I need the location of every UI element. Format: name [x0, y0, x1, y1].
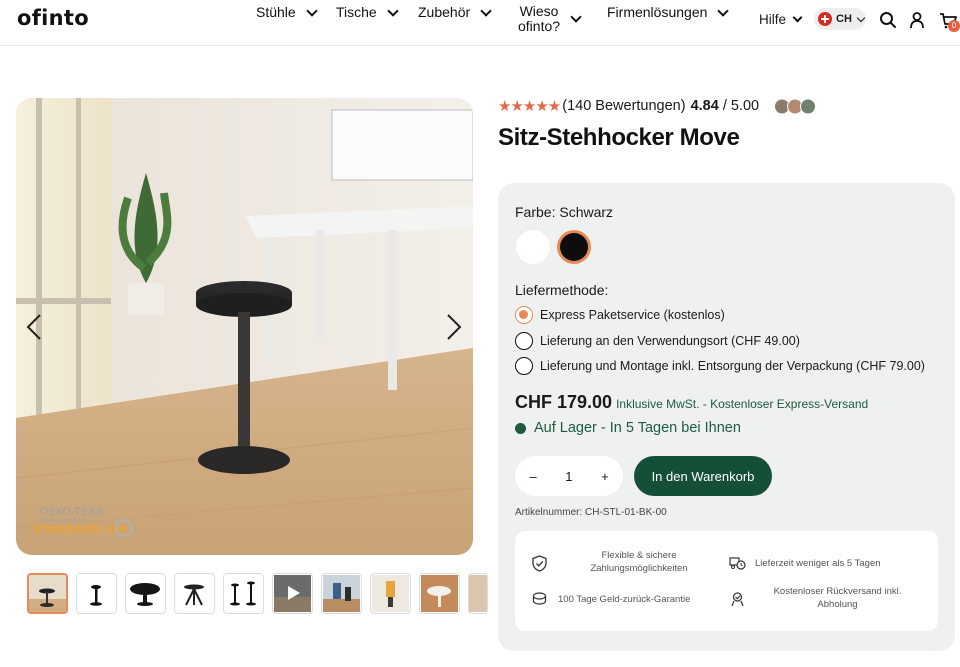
delivery-option-express[interactable]: Express Paketservice (kostenlos)	[515, 306, 725, 324]
qty-increase-button[interactable]: +	[601, 469, 609, 484]
chevron-down-icon	[792, 12, 803, 23]
qty-value[interactable]: 1	[565, 469, 572, 484]
delivery-option-assembly[interactable]: Lieferung und Montage inkl. Entsorgung d…	[515, 357, 925, 375]
price-row: CHF 179.00 Inklusive MwSt. - Kostenloser…	[515, 392, 868, 413]
quantity-stepper: – 1 +	[515, 456, 623, 496]
thumbnail-3[interactable]	[125, 573, 166, 614]
in-stock-dot-icon	[515, 422, 526, 434]
chevron-down-icon	[480, 5, 492, 17]
thumbnail-image	[274, 575, 311, 612]
product-main-image[interactable]: OEKO-TEX® CONFIDENCE IN TEXTILES STANDAR…	[16, 98, 473, 555]
nav-item-wieso-ofinto[interactable]: Wieso ofinto?	[518, 4, 582, 34]
chevron-down-icon	[856, 13, 866, 22]
money-back-icon	[532, 592, 547, 605]
feature-free-return: Kostenloser Rückversand inkl. Abholung	[773, 586, 902, 610]
rating-max: / 5.00	[722, 98, 760, 114]
thumbnail-8[interactable]	[370, 573, 411, 614]
nav-item-tische[interactable]: Tische	[336, 4, 399, 20]
truck-clock-icon	[729, 557, 746, 570]
nav-label-line: Wieso	[519, 3, 559, 19]
color-swatch-black[interactable]	[557, 230, 591, 264]
features-box	[515, 531, 938, 631]
delivery-option-label: Lieferung an den Verwendungsort (CHF 49.…	[540, 334, 800, 348]
rating-summary[interactable]: ★★★★★ (140 Bewertungen) 4.84 / 5.00	[498, 97, 759, 115]
thumbnail-image	[372, 575, 409, 612]
review-count: (140 Bewertungen)	[562, 98, 686, 114]
radio-button[interactable]	[515, 332, 533, 350]
thumbnail-2[interactable]	[76, 573, 117, 614]
nav-label: Wieso ofinto?	[518, 4, 560, 34]
thumbnail-image	[29, 575, 66, 612]
thumbnail-image	[130, 583, 160, 606]
nav-label: Zubehör	[418, 4, 471, 20]
thumbnail-6-video[interactable]	[272, 573, 313, 614]
nav-item-firmenloesungen[interactable]: Firmenlösungen	[607, 4, 730, 20]
help-menu[interactable]: Hilfe	[759, 12, 803, 27]
nav-label: Tische	[336, 4, 377, 20]
chevron-down-icon	[717, 5, 730, 17]
user-icon[interactable]	[908, 11, 926, 29]
country-code: CH	[836, 13, 852, 25]
gallery-next-arrow[interactable]	[446, 313, 462, 341]
qty-decrease-button[interactable]: –	[529, 469, 536, 484]
product-title: Sitz-Stehhocker Move	[498, 124, 740, 151]
shield-check-icon	[532, 555, 547, 572]
radio-button[interactable]	[515, 306, 533, 324]
delivery-option-destination[interactable]: Lieferung an den Verwendungsort (CHF 49.…	[515, 332, 800, 350]
thumbnail-10[interactable]	[468, 573, 488, 614]
thumbnail-4[interactable]	[174, 573, 215, 614]
thumbnail-1[interactable]	[27, 573, 68, 614]
thumbnail-image	[230, 581, 256, 606]
thumbnail-image	[469, 575, 487, 612]
site-header: ofinto Stühle Tische Zubehör Wieso ofint…	[0, 0, 960, 46]
feature-delivery-time: Lieferzeit weniger als 5 Tagen	[755, 558, 881, 569]
chevron-down-icon	[306, 5, 318, 17]
thumbnail-7[interactable]	[321, 573, 362, 614]
country-selector[interactable]: CH	[814, 8, 866, 30]
rating-score: 4.84	[690, 98, 719, 114]
radio-button[interactable]	[515, 357, 533, 375]
feature-payment: Flexible & sichere Zahlungsmöglichkeiten	[590, 550, 688, 574]
add-to-cart-button[interactable]: In den Warenkorb	[634, 456, 772, 496]
swiss-flag-icon	[818, 12, 832, 26]
delivery-option-label: Express Paketservice (kostenlos)	[540, 308, 725, 322]
nav-label-line: ofinto?	[518, 18, 561, 34]
cart-count-badge: 0	[948, 20, 960, 32]
gallery-prev-arrow[interactable]	[26, 313, 42, 341]
nav-item-zubehoer[interactable]: Zubehör	[418, 4, 492, 20]
sku: Artikelnummer: CH-STL-01-BK-00	[515, 507, 667, 518]
stock-label: Auf Lager - In 5 Tagen bei Ihnen	[534, 420, 741, 436]
color-label: Farbe: Schwarz	[515, 204, 614, 220]
logo[interactable]: ofinto	[17, 6, 89, 30]
thumbnail-image	[323, 575, 360, 612]
thumbnail-5[interactable]	[223, 573, 264, 614]
delivery-label: Liefermethode:	[515, 282, 609, 298]
nav-label: Firmenlösungen	[607, 4, 708, 20]
thumbnail-strip	[27, 573, 488, 614]
color-swatch-white[interactable]	[516, 230, 550, 264]
feature-money-back: 100 Tage Geld-zurück-Garantie	[558, 594, 691, 605]
price-note: Inklusive MwSt. - Kostenloser Express-Ve…	[616, 397, 869, 411]
delivery-option-label: Lieferung und Montage inkl. Entsorgung d…	[540, 359, 925, 373]
return-icon	[731, 592, 744, 607]
search-icon[interactable]	[879, 11, 897, 29]
price: CHF 179.00	[515, 392, 613, 412]
chevron-down-icon	[387, 5, 399, 17]
nav-item-stuehle[interactable]: Stühle	[256, 4, 318, 20]
thumbnail-image	[184, 584, 204, 606]
oekotex-badge-line3: STANDARD 100	[33, 523, 128, 536]
help-label: Hilfe	[759, 12, 787, 27]
thumbnail-image	[90, 585, 102, 606]
chevron-down-icon	[570, 11, 582, 23]
nav-label: Stühle	[256, 4, 296, 20]
reviewer-avatars	[774, 98, 816, 115]
thumbnail-image	[421, 575, 458, 612]
stock-status: Auf Lager - In 5 Tagen bei Ihnen	[515, 420, 741, 436]
rating-stars-icon: ★★★★★	[498, 98, 561, 115]
product-photo: OEKO-TEX® CONFIDENCE IN TEXTILES STANDAR…	[16, 98, 473, 555]
thumbnail-9[interactable]	[419, 573, 460, 614]
oekotex-badge-line1: OEKO-TEX®	[40, 505, 106, 518]
